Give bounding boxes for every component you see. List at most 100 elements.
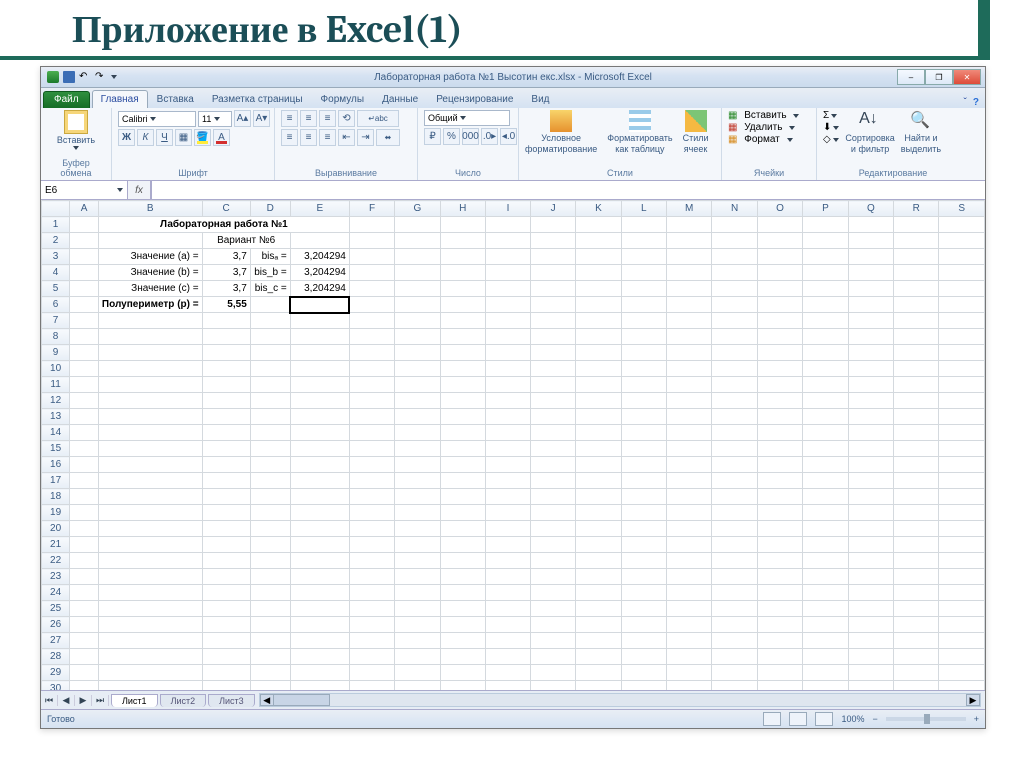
cell-P9[interactable] [803,345,848,361]
cell-C19[interactable] [202,505,250,521]
cell-styles-button[interactable]: Стили ячеек [683,110,709,154]
cell-G18[interactable] [395,489,440,505]
cell-P2[interactable] [803,233,848,249]
cell-G26[interactable] [395,617,440,633]
cell-H21[interactable] [440,537,485,553]
ribbon-tab-4[interactable]: Данные [373,90,427,108]
cell-C27[interactable] [202,633,250,649]
cell-D9[interactable] [250,345,290,361]
cell-K18[interactable] [576,489,621,505]
cell-I18[interactable] [486,489,531,505]
cell-F20[interactable] [349,521,394,537]
cell-P10[interactable] [803,361,848,377]
cell-A10[interactable] [70,361,99,377]
cell-A25[interactable] [70,601,99,617]
cell-R12[interactable] [894,393,939,409]
cell-B24[interactable] [98,585,202,601]
cell-K14[interactable] [576,425,621,441]
cell-S9[interactable] [939,345,985,361]
cell-A29[interactable] [70,665,99,681]
row-header-23[interactable]: 23 [42,569,70,585]
row-header-24[interactable]: 24 [42,585,70,601]
cell-R16[interactable] [894,457,939,473]
cell-F16[interactable] [349,457,394,473]
row-header-14[interactable]: 14 [42,425,70,441]
cell-H9[interactable] [440,345,485,361]
cell-M21[interactable] [666,537,711,553]
cell-G14[interactable] [395,425,440,441]
cell-Q4[interactable] [848,265,893,281]
cell-L6[interactable] [621,297,666,313]
cell-L1[interactable] [621,217,666,233]
cell-K7[interactable] [576,313,621,329]
cell-A18[interactable] [70,489,99,505]
format-as-table-button[interactable]: Форматировать как таблицу [607,110,672,154]
cell-O18[interactable] [757,489,802,505]
clear-button[interactable]: ◇ [823,134,839,145]
cell-N10[interactable] [712,361,757,377]
cell-F18[interactable] [349,489,394,505]
cell-G13[interactable] [395,409,440,425]
cell-C16[interactable] [202,457,250,473]
cell-I14[interactable] [486,425,531,441]
cell-M29[interactable] [666,665,711,681]
cell-S2[interactable] [939,233,985,249]
cell-J9[interactable] [531,345,576,361]
col-header-H[interactable]: H [440,201,485,217]
cell-Q1[interactable] [848,217,893,233]
cell-P22[interactable] [803,553,848,569]
cell-P27[interactable] [803,633,848,649]
cell-R8[interactable] [894,329,939,345]
row-header-17[interactable]: 17 [42,473,70,489]
wrap-text-button[interactable]: ↵abc [357,110,399,127]
cell-L17[interactable] [621,473,666,489]
cell-L25[interactable] [621,601,666,617]
cell-Q2[interactable] [848,233,893,249]
cell-M11[interactable] [666,377,711,393]
ribbon-tab-3[interactable]: Формулы [312,90,374,108]
cell-P11[interactable] [803,377,848,393]
cell-O27[interactable] [757,633,802,649]
view-pagebreak-button[interactable] [815,712,833,726]
ribbon-tab-6[interactable]: Вид [522,90,558,108]
cell-H7[interactable] [440,313,485,329]
cell-H10[interactable] [440,361,485,377]
cell-S20[interactable] [939,521,985,537]
cell-F4[interactable] [349,265,394,281]
cell-S15[interactable] [939,441,985,457]
cell-P28[interactable] [803,649,848,665]
cell-D13[interactable] [250,409,290,425]
row-header-26[interactable]: 26 [42,617,70,633]
cell-M20[interactable] [666,521,711,537]
cell-F26[interactable] [349,617,394,633]
cell-P12[interactable] [803,393,848,409]
cell-S13[interactable] [939,409,985,425]
cell-L3[interactable] [621,249,666,265]
qat-dropdown-icon[interactable] [111,75,117,79]
col-header-F[interactable]: F [349,201,394,217]
row-header-21[interactable]: 21 [42,537,70,553]
percent-button[interactable]: % [443,128,460,145]
cell-L18[interactable] [621,489,666,505]
cell-D10[interactable] [250,361,290,377]
autosum-button[interactable]: Σ [823,110,839,121]
cell-H28[interactable] [440,649,485,665]
cell-A17[interactable] [70,473,99,489]
cell-B16[interactable] [98,457,202,473]
cell-S17[interactable] [939,473,985,489]
cell-R6[interactable] [894,297,939,313]
cell-E25[interactable] [290,601,349,617]
cell-R1[interactable] [894,217,939,233]
cell-I22[interactable] [486,553,531,569]
paste-button[interactable]: Вставить [57,110,95,150]
fill-button[interactable]: ⬇ [823,122,839,133]
cell-L4[interactable] [621,265,666,281]
cell-L28[interactable] [621,649,666,665]
cell-M14[interactable] [666,425,711,441]
cell-J18[interactable] [531,489,576,505]
cell-B14[interactable] [98,425,202,441]
cell-S29[interactable] [939,665,985,681]
cell-C4[interactable]: 3,7 [202,265,250,281]
cell-S4[interactable] [939,265,985,281]
cell-A9[interactable] [70,345,99,361]
